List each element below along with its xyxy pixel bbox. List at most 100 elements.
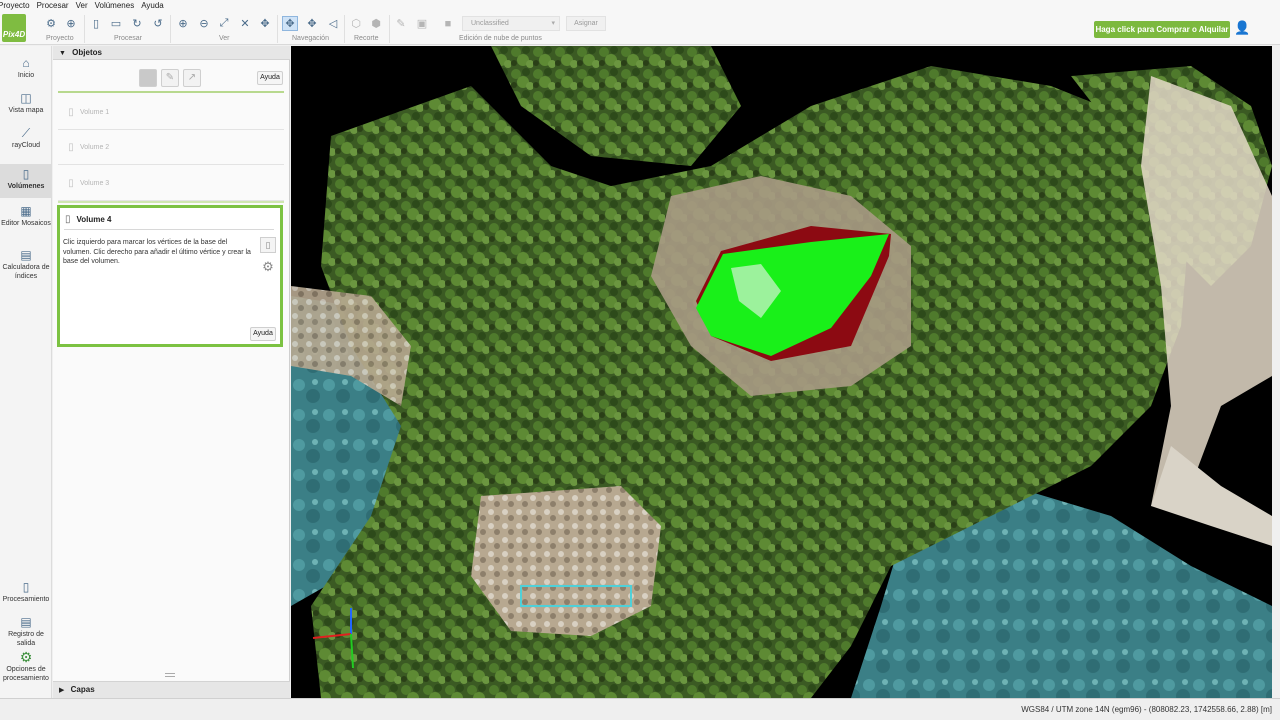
coordinate-readout: WGS84 / UTM zone 14N (egm96) - (808082.2… bbox=[1021, 705, 1272, 714]
divider bbox=[58, 91, 284, 93]
nav-item-calculadora[interactable]: ▤ Calculadora de índices bbox=[0, 248, 52, 281]
volume-icon: ▯ bbox=[65, 214, 71, 225]
group-label-navegacion: Navegación bbox=[292, 35, 329, 42]
select-icon[interactable]: ▣ bbox=[414, 16, 430, 31]
left-navigation: ⌂ Inicio ◫ Vista mapa ⟋ rayCloud ▯ Volúm… bbox=[0, 46, 52, 698]
volume-help-button[interactable]: Ayuda bbox=[250, 327, 276, 341]
nav-item-opciones[interactable]: ⚙ Opciones de procesamiento bbox=[0, 650, 52, 683]
group-label-edicion: Edición de nube de puntos bbox=[459, 35, 542, 42]
first-person-icon[interactable]: ◁ bbox=[325, 16, 341, 31]
raycloud-icon: ⟋ bbox=[21, 126, 31, 140]
gear-icon: ⚙ bbox=[19, 649, 33, 665]
volume-label: Volume 2 bbox=[80, 144, 110, 151]
brush-icon[interactable]: ✎ bbox=[393, 16, 409, 31]
volume-item[interactable]: ▯ Volume 3 bbox=[58, 167, 284, 201]
index-calculator-icon: ▤ bbox=[20, 248, 32, 262]
volume-instructions: Clic izquierdo para marcar los vértices … bbox=[63, 239, 251, 265]
clip-cube-icon[interactable]: ⬢ bbox=[368, 16, 384, 31]
menu-volumenes[interactable]: Volúmenes bbox=[95, 1, 142, 10]
divider bbox=[58, 201, 284, 203]
map-icon: ◫ bbox=[20, 91, 32, 105]
expand-triangle-icon: ▶ bbox=[59, 687, 65, 694]
move-icon[interactable]: ✥ bbox=[257, 16, 273, 31]
raycloud-3d-view[interactable] bbox=[291, 46, 1272, 698]
nav-label: Vista mapa bbox=[8, 107, 44, 114]
panel-title: Objetos bbox=[72, 48, 102, 57]
navigation-mode-icon[interactable]: ✥ bbox=[282, 16, 298, 31]
nav-item-volumenes[interactable]: ▯ Volúmenes bbox=[0, 164, 52, 198]
toolbar-separator bbox=[389, 15, 390, 43]
settings-gear-icon[interactable]: ⚙ bbox=[260, 259, 276, 275]
new-project-icon[interactable]: ⚙ bbox=[43, 16, 59, 31]
log-icon: ▤ bbox=[20, 615, 32, 629]
nav-item-inicio[interactable]: ⌂ Inicio bbox=[0, 56, 52, 80]
divider bbox=[64, 229, 274, 230]
buy-or-rent-button[interactable]: Haga click para Comprar o Alquilar bbox=[1094, 21, 1230, 38]
folder-icon[interactable]: ▭ bbox=[108, 16, 124, 31]
nav-label: Procesamiento bbox=[2, 596, 50, 603]
volume-icon: ▯ bbox=[22, 167, 30, 181]
zoom-in-icon[interactable]: ⊕ bbox=[175, 16, 191, 31]
objects-panel: ▼ Objetos ✎ ↗ Ayuda ▯ Volume 1 ▯ Volume … bbox=[53, 46, 290, 698]
nav-label: Volúmenes bbox=[7, 183, 45, 190]
group-label-procesar: Procesar bbox=[114, 35, 143, 42]
nav-item-procesamiento[interactable]: ▯ Procesamiento bbox=[0, 580, 52, 604]
nav-label: rayCloud bbox=[11, 142, 40, 149]
rerun-icon[interactable]: ↻ bbox=[129, 16, 145, 31]
collapse-triangle-icon: ▼ bbox=[59, 50, 66, 57]
trackball-icon[interactable]: ✥ bbox=[304, 16, 320, 31]
toolbar-separator bbox=[344, 15, 345, 43]
export-volume-button[interactable]: ↗ bbox=[183, 69, 201, 87]
group-label-ver: Ver bbox=[219, 35, 230, 42]
group-label-recorte: Recorte bbox=[354, 35, 379, 42]
clip-box-icon[interactable]: ⬡ bbox=[348, 16, 364, 31]
menu-ver[interactable]: Ver bbox=[76, 1, 95, 10]
active-volume-name: Volume 4 bbox=[76, 215, 112, 224]
home-icon: ⌂ bbox=[22, 56, 30, 70]
volume-label: Volume 1 bbox=[80, 109, 110, 116]
layers-panel-header[interactable]: ▶ Capas bbox=[53, 681, 290, 698]
group-label-proyecto: Proyecto bbox=[46, 35, 74, 42]
refresh-icon[interactable]: ↺ bbox=[150, 16, 166, 31]
nav-item-registro[interactable]: ▤ Registro de salida bbox=[0, 615, 52, 648]
menu-proyecto[interactable]: Proyecto bbox=[0, 1, 37, 10]
menu-bar: Proyecto Procesar Ver Volúmenes Ayuda bbox=[0, 0, 1280, 11]
fit-view-icon[interactable]: ⤢ bbox=[216, 16, 232, 31]
nav-label: Registro de salida bbox=[8, 631, 44, 647]
layers-title: Capas bbox=[70, 685, 95, 694]
point-cloud-render[interactable] bbox=[291, 46, 1272, 698]
mosaic-editor-icon: ▦ bbox=[20, 204, 32, 218]
menu-ayuda[interactable]: Ayuda bbox=[141, 1, 171, 10]
nav-item-editor-mosaicos[interactable]: ▦ Editor Mosaicos bbox=[0, 204, 52, 228]
toolbar-separator bbox=[170, 15, 171, 43]
panel-resize-grip[interactable] bbox=[165, 673, 175, 677]
pix4d-logo: Pix4D bbox=[2, 14, 26, 42]
construction-site bbox=[471, 486, 661, 636]
class-select[interactable]: Unclassified ▾ bbox=[462, 16, 560, 31]
menu-procesar[interactable]: Procesar bbox=[37, 1, 76, 10]
color-swatch-icon[interactable]: ■ bbox=[440, 16, 456, 31]
open-project-icon[interactable]: ⊕ bbox=[63, 16, 79, 31]
new-volume-button[interactable] bbox=[139, 69, 157, 87]
assign-button[interactable]: Asignar bbox=[566, 16, 606, 31]
nav-label: Editor Mosaicos bbox=[1, 220, 51, 227]
nav-label: Inicio bbox=[17, 72, 35, 79]
status-bar: WGS84 / UTM zone 14N (egm96) - (808082.2… bbox=[0, 698, 1280, 720]
toolbar-separator bbox=[277, 15, 278, 43]
document-icon[interactable]: ▯ bbox=[260, 237, 276, 253]
objects-panel-header[interactable]: ▼ Objetos bbox=[53, 46, 290, 60]
active-volume-title: ▯ Volume 4 bbox=[65, 214, 112, 225]
expand-icon[interactable]: ✕ bbox=[237, 16, 253, 31]
volume-item[interactable]: ▯ Volume 1 bbox=[58, 96, 284, 130]
volume-item[interactable]: ▯ Volume 2 bbox=[58, 131, 284, 165]
document-icon[interactable]: ▯ bbox=[88, 16, 104, 31]
zoom-out-icon[interactable]: ⊖ bbox=[196, 16, 212, 31]
help-button[interactable]: Ayuda bbox=[257, 71, 283, 85]
user-icon[interactable]: 👤 bbox=[1234, 20, 1250, 38]
nav-item-vista-mapa[interactable]: ◫ Vista mapa bbox=[0, 91, 52, 115]
volume-icon: ▯ bbox=[68, 142, 74, 153]
chevron-down-icon: ▾ bbox=[551, 20, 555, 27]
edit-volume-button[interactable]: ✎ bbox=[161, 69, 179, 87]
active-volume-card: ▯ Volume 4 Clic izquierdo para marcar lo… bbox=[57, 205, 283, 347]
nav-item-raycloud[interactable]: ⟋ rayCloud bbox=[0, 126, 52, 150]
